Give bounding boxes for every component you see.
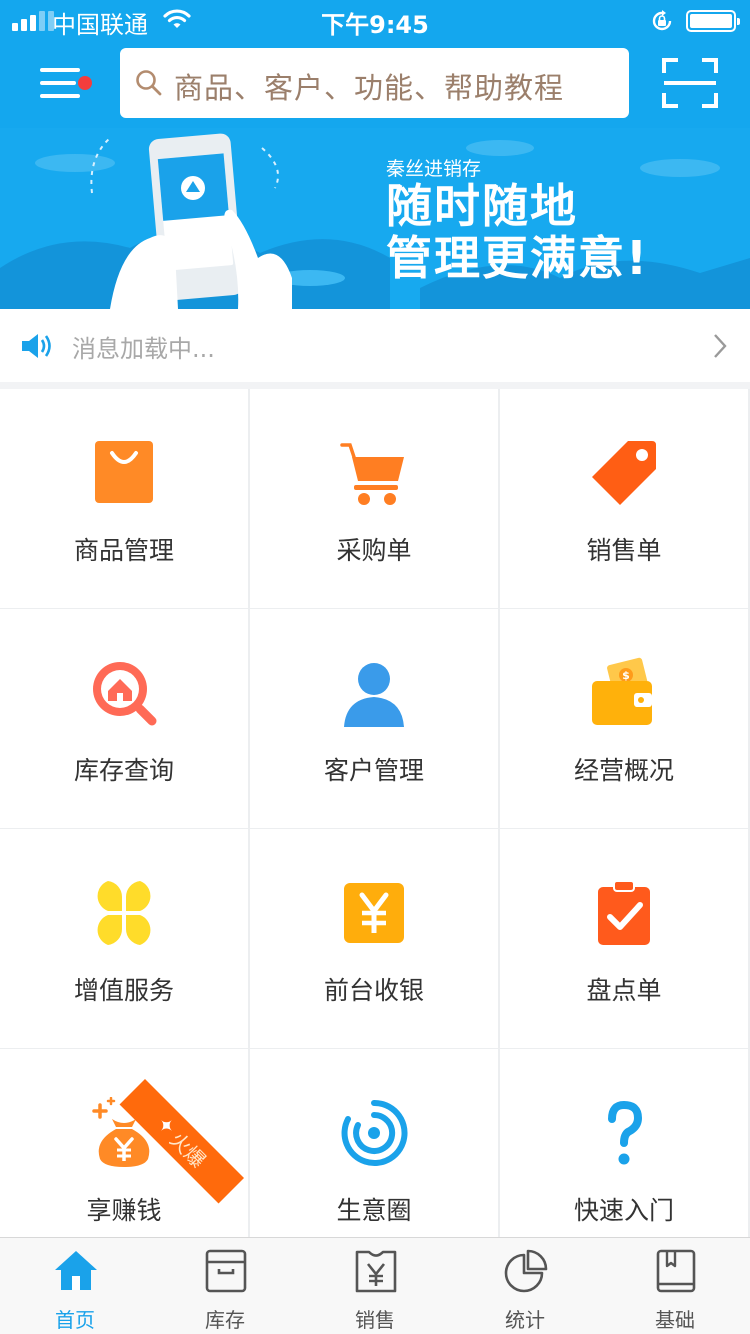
grid-item-label: 经营概况 xyxy=(573,756,674,785)
grid-item-label: 盘点单 xyxy=(586,976,662,1005)
banner-subtitle: 秦丝进销存 xyxy=(386,158,482,180)
clipboard-check-icon xyxy=(598,880,650,945)
book-icon xyxy=(656,1249,696,1293)
tab-label: 销售 xyxy=(355,1308,395,1332)
promo-banner[interactable]: 秦丝进销存 随时随地 管理更满意! xyxy=(0,128,750,309)
grid-item-business-circle[interactable]: 生意圈 xyxy=(250,1049,498,1237)
notice-bar[interactable]: 消息加载中... xyxy=(0,309,750,382)
price-tag-icon xyxy=(592,441,656,505)
grid-item-purchase-order[interactable]: 采购单 xyxy=(250,389,498,608)
notice-text: 消息加载中... xyxy=(72,335,215,363)
circle-ring-icon xyxy=(341,1099,408,1166)
sales-receipt-icon xyxy=(355,1250,397,1293)
function-grid: 商品管理 采购单 销售单 库存查询 客户管理 $ 经营概况 增值服务 前台收银 … xyxy=(0,389,750,1237)
speaker-icon xyxy=(20,331,54,365)
grid-item-stocktake[interactable]: 盘点单 xyxy=(500,829,748,1048)
clock: 下午9:45 xyxy=(321,11,429,39)
cart-icon xyxy=(340,443,404,505)
tab-label: 统计 xyxy=(505,1308,545,1332)
grid-item-product-management[interactable]: 商品管理 xyxy=(0,389,248,608)
rotation-lock-icon xyxy=(650,9,674,39)
tab-label: 基础 xyxy=(655,1308,695,1332)
tab-sales[interactable]: 销售 xyxy=(300,1238,450,1334)
battery-icon xyxy=(686,10,740,32)
grid-item-earn-money[interactable]: 享赚钱 ✦ 火爆 xyxy=(0,1049,248,1237)
tab-home[interactable]: 首页 xyxy=(0,1238,150,1334)
tab-label: 库存 xyxy=(205,1308,245,1332)
search-placeholder: 商品、客户、功能、帮助教程 xyxy=(174,71,565,105)
question-icon xyxy=(608,1100,643,1165)
grid-item-label: 采购单 xyxy=(336,536,412,565)
notification-dot xyxy=(78,76,92,90)
grid-item-label: 生意圈 xyxy=(336,1196,412,1225)
grid-item-quick-start[interactable]: 快速入门 xyxy=(500,1049,748,1237)
grid-item-label: 客户管理 xyxy=(323,756,424,785)
grid-item-label: 快速入门 xyxy=(573,1196,674,1225)
svg-text:$: $ xyxy=(622,669,630,682)
grid-item-label: 前台收银 xyxy=(323,976,424,1005)
chevron-right-icon xyxy=(712,333,728,363)
scan-button[interactable] xyxy=(660,55,720,111)
grid-item-value-added-services[interactable]: 增值服务 xyxy=(0,829,248,1048)
banner-title-line1: 随时随地 xyxy=(386,179,578,233)
grid-item-inventory-query[interactable]: 库存查询 xyxy=(0,609,248,828)
top-bar: 中国联通 下午9:45 商品、客户、功能、帮助教程 xyxy=(0,0,750,128)
scan-icon xyxy=(662,58,718,108)
inventory-search-icon xyxy=(93,662,157,726)
grid-item-label: 销售单 xyxy=(586,536,662,565)
wallet-icon: $ xyxy=(592,657,652,725)
customer-icon xyxy=(344,663,404,727)
status-bar: 中国联通 下午9:45 xyxy=(0,0,750,40)
menu-button[interactable] xyxy=(38,66,94,100)
tab-basics[interactable]: 基础 xyxy=(600,1238,750,1334)
tab-statistics[interactable]: 统计 xyxy=(450,1238,600,1334)
grid-item-label: 商品管理 xyxy=(73,536,174,565)
clover-icon xyxy=(97,881,151,945)
tab-inventory[interactable]: 库存 xyxy=(150,1238,300,1334)
shopping-bag-icon xyxy=(95,441,153,503)
home-icon xyxy=(55,1251,97,1290)
search-box[interactable]: 商品、客户、功能、帮助教程 xyxy=(120,48,629,118)
search-icon xyxy=(134,68,164,102)
grid-item-front-desk-cashier[interactable]: 前台收银 xyxy=(250,829,498,1048)
pie-chart-icon xyxy=(504,1249,548,1293)
tab-bar: 首页 库存 销售 统计 基础 xyxy=(0,1237,750,1334)
yen-cashier-icon xyxy=(344,883,404,943)
banner-title: 随时随地 管理更满意! xyxy=(386,180,649,284)
tab-label: 首页 xyxy=(55,1308,95,1332)
grid-item-sales-order[interactable]: 销售单 xyxy=(500,389,748,608)
grid-item-label: 库存查询 xyxy=(73,756,174,785)
banner-title-line2: 管理更满意! xyxy=(386,231,649,285)
grid-item-business-overview[interactable]: $ 经营概况 xyxy=(500,609,748,828)
grid-item-customer-management[interactable]: 客户管理 xyxy=(250,609,498,828)
grid-item-label: 增值服务 xyxy=(73,976,174,1005)
inventory-box-icon xyxy=(205,1249,247,1293)
